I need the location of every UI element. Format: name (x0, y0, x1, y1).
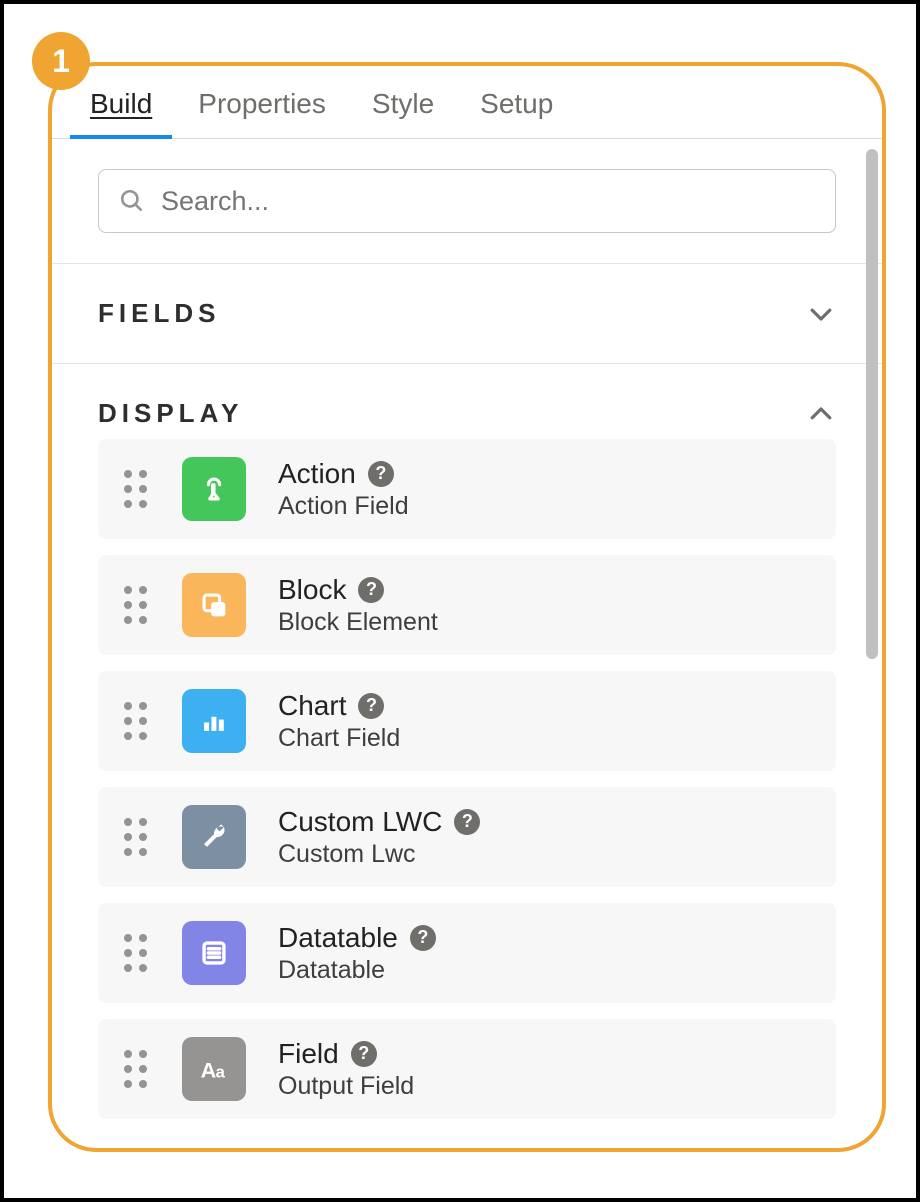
tab-properties[interactable]: Properties (198, 88, 326, 138)
scrollbar-thumb[interactable] (866, 149, 878, 659)
item-text: Custom LWC ? Custom Lwc (278, 806, 480, 869)
item-subtitle: Custom Lwc (278, 840, 480, 869)
help-icon[interactable]: ? (351, 1041, 377, 1067)
item-title: Action (278, 458, 356, 490)
drag-handle-icon[interactable] (124, 702, 150, 740)
svg-text:A: A (201, 1057, 217, 1082)
drag-handle-icon[interactable] (124, 470, 150, 508)
search-row (52, 139, 882, 264)
item-title: Custom LWC (278, 806, 442, 838)
display-item-list: Action ? Action Field Block ? Block Elem (52, 439, 882, 1119)
item-subtitle: Output Field (278, 1072, 414, 1101)
drag-handle-icon[interactable] (124, 934, 150, 972)
drag-handle-icon[interactable] (124, 1050, 150, 1088)
tab-setup[interactable]: Setup (480, 88, 553, 138)
item-subtitle: Action Field (278, 492, 409, 521)
tab-style[interactable]: Style (372, 88, 434, 138)
scrollbar-track (866, 149, 878, 1131)
display-item-chart[interactable]: Chart ? Chart Field (98, 671, 836, 771)
display-item-datatable[interactable]: Datatable ? Datatable (98, 903, 836, 1003)
item-subtitle: Chart Field (278, 724, 400, 753)
section-header-fields[interactable]: FIELDS (52, 264, 882, 364)
display-item-field[interactable]: Aa Field ? Output Field (98, 1019, 836, 1119)
help-icon[interactable]: ? (410, 925, 436, 951)
item-text: Block ? Block Element (278, 574, 438, 637)
item-title: Field (278, 1038, 339, 1070)
help-icon[interactable]: ? (368, 461, 394, 487)
item-text: Chart ? Chart Field (278, 690, 400, 753)
section-title-display: DISPLAY (98, 398, 243, 429)
list-icon (182, 921, 246, 985)
section-header-display[interactable]: DISPLAY (52, 364, 882, 439)
item-title: Block (278, 574, 346, 606)
help-icon[interactable]: ? (358, 693, 384, 719)
tab-bar: Build Properties Style Setup (52, 66, 882, 139)
search-box[interactable] (98, 169, 836, 233)
display-item-block[interactable]: Block ? Block Element (98, 555, 836, 655)
section-title-fields: FIELDS (98, 298, 220, 329)
drag-handle-icon[interactable] (124, 586, 150, 624)
item-text: Field ? Output Field (278, 1038, 414, 1101)
text-aa-icon: Aa (182, 1037, 246, 1101)
display-item-action[interactable]: Action ? Action Field (98, 439, 836, 539)
build-panel: Build Properties Style Setup FIELDS DISP… (48, 62, 886, 1152)
item-subtitle: Block Element (278, 608, 438, 637)
svg-text:a: a (216, 1062, 226, 1081)
chevron-down-icon (806, 299, 836, 329)
item-subtitle: Datatable (278, 956, 436, 985)
callout-badge: 1 (32, 32, 90, 90)
search-input[interactable] (161, 186, 815, 217)
tab-build[interactable]: Build (90, 88, 152, 138)
drag-handle-icon[interactable] (124, 818, 150, 856)
copy-icon (182, 573, 246, 637)
search-icon (119, 188, 145, 214)
display-item-custom-lwc[interactable]: Custom LWC ? Custom Lwc (98, 787, 836, 887)
item-text: Datatable ? Datatable (278, 922, 436, 985)
chevron-up-icon (806, 399, 836, 429)
scroll-area: FIELDS DISPLAY Action ? Action Field (52, 139, 882, 1141)
item-text: Action ? Action Field (278, 458, 409, 521)
chart-icon (182, 689, 246, 753)
help-icon[interactable]: ? (454, 809, 480, 835)
touch-icon (182, 457, 246, 521)
callout-number: 1 (52, 43, 70, 80)
wrench-icon (182, 805, 246, 869)
help-icon[interactable]: ? (358, 577, 384, 603)
item-title: Chart (278, 690, 346, 722)
item-title: Datatable (278, 922, 398, 954)
